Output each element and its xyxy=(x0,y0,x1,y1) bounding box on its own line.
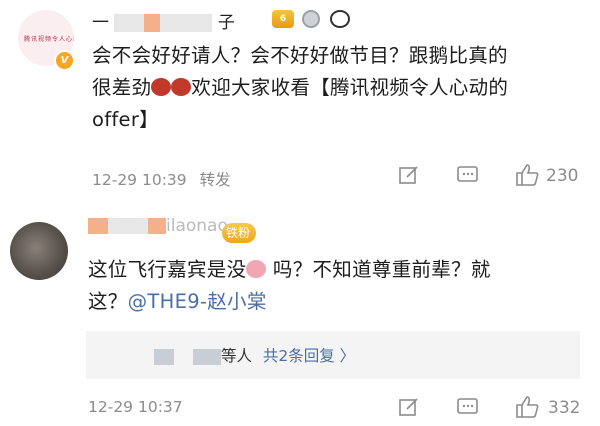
comment-line: 这？@THE9-赵小棠 xyxy=(88,286,588,318)
username-redacted xyxy=(108,218,148,234)
reply-preview[interactable]: 等人 共2条回复 〉 xyxy=(86,331,580,379)
username-redacted xyxy=(148,218,166,234)
comment-line: offer】 xyxy=(92,108,159,131)
edit-icon[interactable] xyxy=(398,396,420,423)
thumbs-up-icon[interactable] xyxy=(514,162,540,193)
emoji-icon xyxy=(171,78,192,96)
avatar-redacted xyxy=(154,348,174,365)
avatar-caption: 腾讯视频令人心动 xyxy=(24,36,74,43)
forward-link[interactable]: 转发 xyxy=(200,171,231,189)
fan-badge-label: 铁粉 xyxy=(226,226,251,240)
avatar[interactable] xyxy=(10,222,68,280)
username-visible: ilaonao xyxy=(166,216,228,236)
username-suffix: 子 xyxy=(217,13,235,33)
comment-meta: 12-29 10:39 转发 xyxy=(92,168,231,190)
thumbs-up-icon[interactable] xyxy=(514,394,540,425)
level-number: 6 xyxy=(279,14,287,24)
brain-emoji-icon xyxy=(246,260,267,278)
comment-line: 很差劲 欢迎大家收看【腾讯视频令人心动的 xyxy=(92,72,592,104)
fan-badge: 铁粉 xyxy=(222,223,257,243)
comment-line: 这位飞行嘉宾是没 吗？不知道尊重前辈？就 xyxy=(88,254,588,286)
emoji-icon xyxy=(151,78,172,96)
reply-summary: 等人 共2条回复 〉 xyxy=(154,344,355,366)
username-redacted xyxy=(144,14,161,32)
username[interactable]: ilaonao xyxy=(88,216,228,236)
username-prefix: 一 xyxy=(92,13,109,33)
edit-icon[interactable] xyxy=(398,164,420,191)
username[interactable]: 一 子 xyxy=(92,8,235,33)
timestamp: 12-29 10:39 xyxy=(92,171,187,189)
comment-fragment: 这？ xyxy=(88,290,128,313)
username-redacted xyxy=(88,218,108,234)
reply-count-link[interactable]: 共2条回复 〉 xyxy=(263,347,355,365)
crown-level-badge: 6 xyxy=(272,10,294,28)
comment-fragment: 很差劲 xyxy=(92,76,152,99)
panda-icon xyxy=(330,10,350,28)
comment-fragment: 吗？不知道尊重前辈？就 xyxy=(266,258,491,281)
like-count: 230 xyxy=(546,166,579,186)
username-redacted xyxy=(160,14,213,32)
medal-icon xyxy=(302,10,320,28)
comment-fragment: 这位飞行嘉宾是没 xyxy=(88,258,247,281)
verified-badge: V xyxy=(54,50,75,71)
comment-text: 会不会好好请人？会不好好做节目？跟鹅比真的 很差劲 欢迎大家收看【腾讯视频令人心动… xyxy=(92,40,592,136)
comment-icon[interactable] xyxy=(456,164,480,191)
mention-link[interactable]: @THE9-赵小棠 xyxy=(128,290,267,313)
timestamp: 12-29 10:37 xyxy=(88,398,183,416)
comment-meta: 12-29 10:37 xyxy=(88,398,183,416)
username-redacted xyxy=(114,14,145,32)
avatar-redacted xyxy=(192,348,221,365)
reply-people: 等人 xyxy=(220,347,252,365)
comment-icon[interactable] xyxy=(456,396,480,423)
like-count: 332 xyxy=(548,398,581,418)
comment-fragment: 欢迎大家收看【腾讯视频令人心动的 xyxy=(191,76,509,99)
comment-line: 会不会好好请人？会不好好做节目？跟鹅比真的 xyxy=(92,44,508,67)
comment-text: 这位飞行嘉宾是没 吗？不知道尊重前辈？就 这？@THE9-赵小棠 xyxy=(88,254,588,318)
